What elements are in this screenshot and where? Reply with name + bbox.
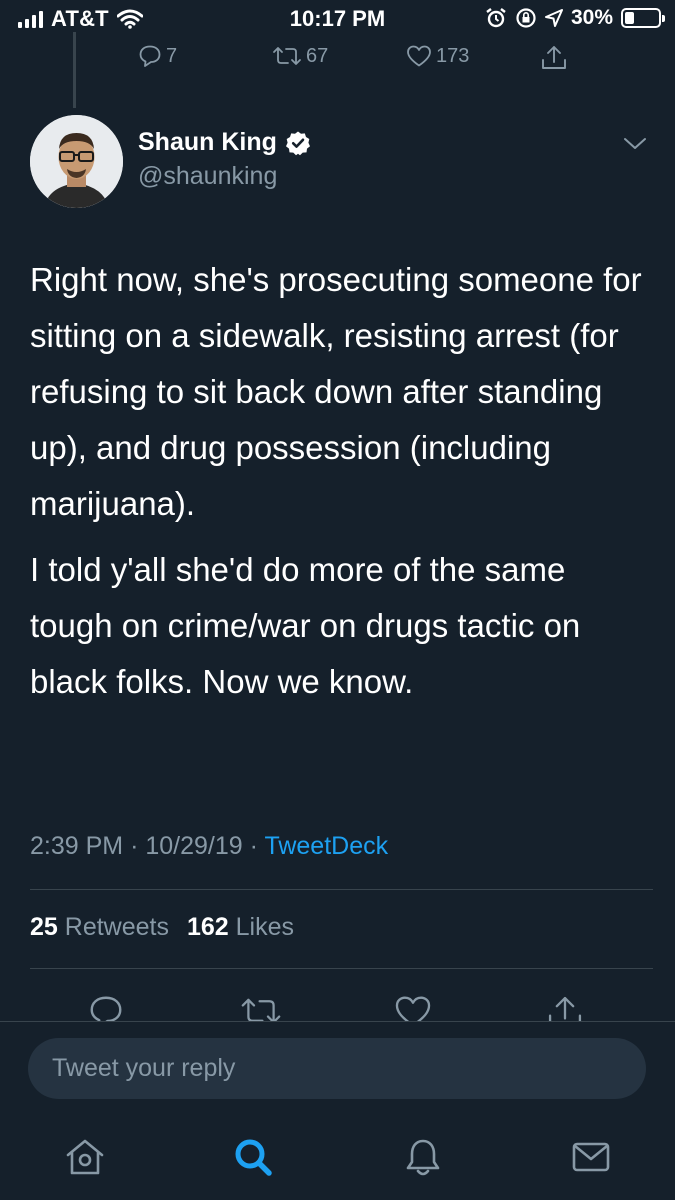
tweet-paragraph: I told y'all she'd do more of the same t… (30, 551, 581, 700)
retweets-count: 25 (30, 913, 58, 941)
divider (30, 889, 653, 890)
tweet-paragraph: Right now, she's prosecuting someone for… (30, 261, 642, 522)
messages-icon (572, 1142, 610, 1172)
share-icon (542, 46, 566, 69)
status-right: 30% (485, 6, 665, 30)
tweet-text: Right now, she's prosecuting someone for… (30, 252, 650, 720)
share-icon (548, 996, 582, 1022)
heart-icon (407, 45, 431, 67)
like-button[interactable] (394, 994, 432, 1022)
location-icon (544, 9, 563, 27)
parent-reply-count: 7 (166, 44, 178, 67)
tweet-date: 10/29/19 (145, 832, 243, 860)
tab-home[interactable] (64, 1136, 106, 1183)
heart-icon (395, 996, 431, 1022)
home-icon (66, 1139, 104, 1175)
rotation-lock-icon (516, 8, 536, 28)
tweet-actions (0, 988, 675, 1022)
alarm-icon (486, 8, 506, 28)
reply-bar: Tweet your reply (0, 1021, 675, 1116)
parent-retweet-button[interactable]: 67 (272, 44, 328, 68)
author-name: Shaun King (138, 128, 277, 156)
likes-count: 162 (186, 913, 229, 941)
parent-like-count: 173 (436, 44, 470, 67)
battery-icon (621, 8, 665, 28)
tweet-meta: 2:39 PM · 10/29/19 · TweetDeck (30, 832, 388, 861)
reply-button[interactable] (88, 994, 124, 1022)
retweet-icon (241, 998, 281, 1022)
avatar-image (30, 115, 123, 208)
reply-icon (90, 996, 122, 1022)
retweets-label: Retweets (64, 913, 169, 941)
tab-search[interactable] (232, 1136, 274, 1183)
parent-retweet-count: 67 (306, 44, 329, 67)
tab-notifications[interactable] (402, 1136, 444, 1183)
parent-reply-button[interactable]: 7 (138, 44, 177, 68)
tab-bar (0, 1116, 675, 1200)
tweet-time: 2:39 PM (30, 832, 124, 860)
reply-icon (139, 45, 161, 67)
parent-tweet-actions: 7 67 173 (0, 44, 675, 80)
status-bar: AT&T 10:17 PM 30% (0, 0, 675, 38)
tweet-source-link[interactable]: TweetDeck (264, 832, 388, 860)
retweets-count-link[interactable]: 25 Retweets (30, 913, 169, 942)
likes-label: Likes (235, 913, 295, 941)
parent-like-button[interactable]: 173 (406, 44, 469, 68)
engagement-counts: 25 Retweets 162 Likes (30, 913, 294, 942)
author-name-row[interactable]: Shaun King (138, 128, 311, 157)
tweet-menu-button[interactable] (623, 136, 647, 157)
chevron-down-icon (624, 138, 646, 149)
avatar[interactable] (30, 115, 123, 208)
battery-percent: 30% (570, 6, 613, 29)
meta-separator: · (249, 832, 258, 860)
author-handle[interactable]: @shaunking (138, 162, 277, 191)
tweet-detail-screen: AT&T 10:17 PM 30% 7 67 173 Shaun King @s… (0, 0, 675, 1200)
search-icon (235, 1139, 272, 1176)
retweet-icon (273, 47, 301, 65)
notifications-icon (406, 1139, 440, 1176)
parent-share-button[interactable] (540, 44, 568, 72)
tab-messages[interactable] (570, 1136, 612, 1183)
share-button[interactable] (546, 994, 584, 1022)
reply-input[interactable]: Tweet your reply (28, 1038, 646, 1099)
divider (30, 968, 653, 969)
meta-separator: · (130, 832, 139, 860)
retweet-button[interactable] (240, 994, 282, 1022)
likes-count-link[interactable]: 162 Likes (187, 913, 294, 942)
verified-badge-icon (285, 131, 310, 155)
